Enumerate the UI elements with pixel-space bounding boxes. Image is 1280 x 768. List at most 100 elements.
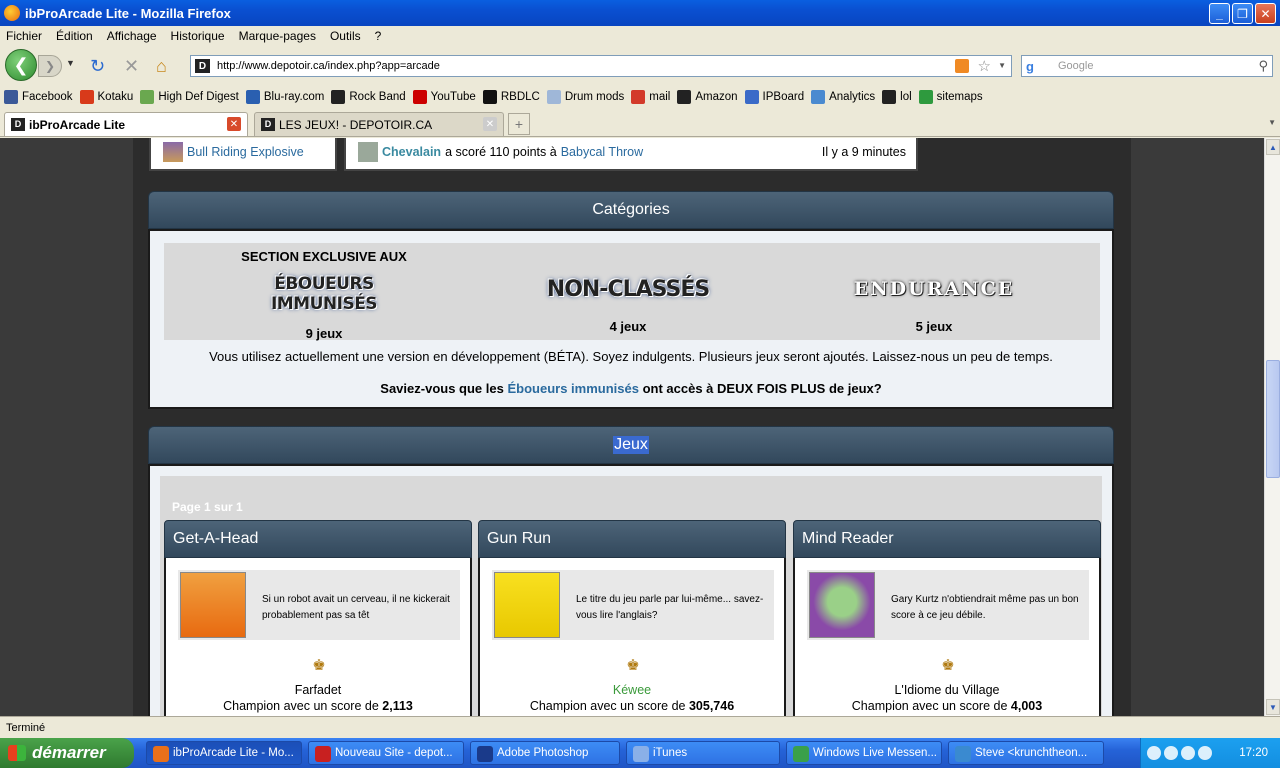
bookmark-blu-ray-com[interactable]: Blu-ray.com xyxy=(245,90,324,104)
game-thumbnail[interactable] xyxy=(809,572,875,638)
bookmark-mail[interactable]: mail xyxy=(631,90,670,104)
tab-list-dropdown-icon[interactable]: ▼ xyxy=(1268,118,1276,127)
close-window-button[interactable]: ✕ xyxy=(1255,3,1276,24)
bookmark-rbdlc[interactable]: RBDLC xyxy=(482,90,540,104)
restore-button[interactable]: ❐ xyxy=(1232,3,1253,24)
bookmark-ipboard[interactable]: IPBoard xyxy=(744,90,804,104)
url-dropdown-icon[interactable]: ▼ xyxy=(998,61,1006,70)
scroll-down-icon[interactable]: ▼ xyxy=(1266,699,1280,715)
site-favicon-icon: D xyxy=(195,59,210,73)
taskbar-app-icon xyxy=(793,746,809,762)
bookmark-high-def-digest[interactable]: High Def Digest xyxy=(140,90,239,104)
home-icon[interactable]: ⌂ xyxy=(156,56,167,77)
champion-name[interactable]: Farfadet xyxy=(295,683,342,697)
reload-icon[interactable]: ↻ xyxy=(90,56,105,77)
taskbar-item[interactable]: ibProArcade Lite - Mo... xyxy=(146,741,302,765)
new-tab-button[interactable]: + xyxy=(508,113,530,135)
bookmark-star-icon[interactable]: ☆ xyxy=(978,57,991,75)
bookmark-favicon-icon xyxy=(140,90,155,104)
page-scrollbar[interactable]: ▲ ▼ xyxy=(1264,138,1280,716)
tab-close-icon[interactable]: ✕ xyxy=(483,117,497,131)
menu-fichier[interactable]: Fichier xyxy=(6,29,42,43)
back-button[interactable]: ❮ xyxy=(5,49,37,81)
search-box[interactable]: g Google ⚲ xyxy=(1021,55,1273,77)
google-engine-icon[interactable]: g xyxy=(1026,59,1042,75)
taskbar-item-label: iTunes xyxy=(653,747,688,759)
tray-icon[interactable] xyxy=(1181,746,1195,760)
tray-icon[interactable] xyxy=(1147,746,1161,760)
menu-outils[interactable]: Outils xyxy=(330,29,361,43)
champion-name[interactable]: Kéwee xyxy=(613,683,651,697)
category-non-classes[interactable]: NON-CLASSÉS 4 jeux xyxy=(528,243,728,340)
address-url[interactable]: http://www.depotoir.ca/index.php?app=arc… xyxy=(217,60,440,72)
taskbar-item[interactable]: Windows Live Messen... xyxy=(786,741,942,765)
menu-help[interactable]: ? xyxy=(375,29,382,43)
bookmark-analytics[interactable]: Analytics xyxy=(811,90,875,104)
taskbar-item[interactable]: Adobe Photoshop xyxy=(470,741,620,765)
category-endurance[interactable]: ENDURANCE 5 jeux xyxy=(834,243,1034,340)
taskbar-item-label: ibProArcade Lite - Mo... xyxy=(173,747,294,759)
scroll-up-icon[interactable]: ▲ xyxy=(1266,139,1280,155)
menu-edition[interactable]: Édition xyxy=(56,29,93,43)
menu-affichage[interactable]: Affichage xyxy=(107,29,157,43)
game-card: Mind Reader Gary Kurtz n'obtiendrait même… xyxy=(793,520,1101,716)
tray-icon[interactable] xyxy=(1164,746,1178,760)
categories-body: SECTION EXCLUSIVE AUX ÉBOUEURS IMMUNISÉS… xyxy=(148,229,1114,409)
category-logo-caption: SECTION EXCLUSIVE AUX xyxy=(241,249,407,264)
bookmark-label: Rock Band xyxy=(349,91,406,103)
game-description: Si un robot avait un cerveau, il ne kick… xyxy=(262,594,450,621)
tab-les-jeux[interactable]: D LES JEUX! - DEPOTOIR.CA ✕ xyxy=(254,112,504,136)
score-text: a scoré 110 points à xyxy=(445,144,557,159)
stop-icon[interactable]: ✕ xyxy=(124,56,139,77)
recent-time: Il y a 9 minutes xyxy=(821,144,906,159)
champion-score: 2,113 xyxy=(382,699,413,713)
game-title-link[interactable]: Mind Reader xyxy=(793,520,1101,558)
taskbar-item[interactable]: Steve <krunchtheon... xyxy=(948,741,1104,765)
bookmark-sitemaps[interactable]: sitemaps xyxy=(918,90,983,104)
scroll-thumb[interactable] xyxy=(1266,360,1280,478)
eboueurs-link[interactable]: Éboueurs immunisés xyxy=(507,381,638,396)
bookmark-rock-band[interactable]: Rock Band xyxy=(331,90,406,104)
champion-crown-icon: ♚ xyxy=(312,657,326,674)
address-bar[interactable]: D http://www.depotoir.ca/index.php?app=a… xyxy=(190,55,1012,77)
bookmark-drum-mods[interactable]: Drum mods xyxy=(546,90,624,104)
recent-score-game-link[interactable]: Babycal Throw xyxy=(561,145,643,159)
history-dropdown-icon[interactable]: ▼ xyxy=(66,58,75,68)
menu-historique[interactable]: Historique xyxy=(171,29,225,43)
forward-button[interactable]: ❯ xyxy=(38,55,62,77)
bookmark-facebook[interactable]: Facebook xyxy=(4,90,73,104)
champion-name[interactable]: L'Idiome du Village xyxy=(894,683,999,697)
tray-icon[interactable] xyxy=(1198,746,1212,760)
champion-crown-icon: ♚ xyxy=(626,657,640,674)
bookmark-amazon[interactable]: Amazon xyxy=(677,90,738,104)
bookmark-favicon-icon xyxy=(918,90,933,104)
start-button[interactable]: démarrer xyxy=(0,738,134,768)
taskbar-item[interactable]: Nouveau Site - depot... xyxy=(308,741,464,765)
game-title-link[interactable]: Gun Run xyxy=(478,520,786,558)
category-count: 4 jeux xyxy=(609,319,647,334)
game-thumbnail[interactable] xyxy=(494,572,560,638)
bookmark-lol[interactable]: lol xyxy=(882,90,912,104)
menu-marque-pages[interactable]: Marque-pages xyxy=(239,29,316,43)
game-thumbnail[interactable] xyxy=(180,572,246,638)
taskbar-app-icon xyxy=(633,746,649,762)
system-tray: 17:20 xyxy=(1140,738,1280,768)
bookmark-kotaku[interactable]: Kotaku xyxy=(79,90,133,104)
game-title-link[interactable]: Get-A-Head xyxy=(164,520,472,558)
minimize-button[interactable]: _ xyxy=(1209,3,1230,24)
bookmark-youtube[interactable]: YouTube xyxy=(412,90,476,104)
player-link[interactable]: Chevalain xyxy=(382,145,441,159)
rss-feed-icon[interactable] xyxy=(955,59,969,73)
tab-close-icon[interactable]: ✕ xyxy=(227,117,241,131)
taskbar-item[interactable]: iTunes xyxy=(626,741,780,765)
bookmark-label: RBDLC xyxy=(500,91,540,103)
tab-ibproarcade[interactable]: D ibProArcade Lite ✕ xyxy=(4,112,248,136)
bookmark-label: YouTube xyxy=(430,91,476,103)
search-magnifier-icon[interactable]: ⚲ xyxy=(1258,58,1268,74)
score-prefix: Champion avec un score de xyxy=(529,699,686,713)
bookmark-favicon-icon xyxy=(546,90,561,104)
category-eboueurs[interactable]: SECTION EXCLUSIVE AUX ÉBOUEURS IMMUNISÉS… xyxy=(224,243,424,341)
recent-game-link[interactable]: Bull Riding Explosive xyxy=(187,145,304,159)
champion-score: 4,003 xyxy=(1010,699,1043,713)
non-classes-logo: NON-CLASSÉS xyxy=(546,276,710,302)
